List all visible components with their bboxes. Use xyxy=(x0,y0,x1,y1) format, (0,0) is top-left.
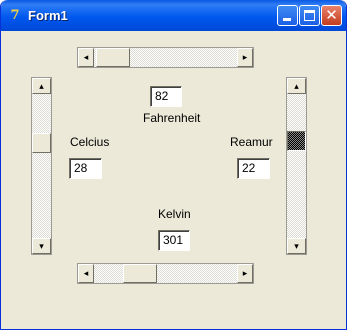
scroll-thumb[interactable] xyxy=(123,264,157,283)
scroll-up-button[interactable]: ▴ xyxy=(32,78,51,94)
minimize-button[interactable] xyxy=(277,5,298,26)
arrow-up-icon: ▴ xyxy=(294,82,299,92)
scroll-thumb[interactable] xyxy=(287,131,306,151)
form1-window: 7 Form1 ✕ ◂ ▸ ▴ ▾ ▴ ▾ 82 Fahrenheit Celc… xyxy=(0,0,347,330)
window-title: Form1 xyxy=(28,8,68,23)
scroll-thumb[interactable] xyxy=(32,133,51,153)
title-bar[interactable]: 7 Form1 ✕ xyxy=(1,0,346,31)
arrow-down-icon: ▾ xyxy=(39,242,44,252)
kelvin-label: Kelvin xyxy=(158,207,191,221)
fahrenheit-input[interactable]: 82 xyxy=(150,86,182,107)
arrow-left-icon: ◂ xyxy=(83,53,89,63)
scroll-thumb[interactable] xyxy=(96,48,130,67)
arrow-right-icon: ▸ xyxy=(242,269,248,279)
arrow-right-icon: ▸ xyxy=(242,53,248,63)
celcius-input[interactable]: 28 xyxy=(69,158,102,179)
minimize-icon xyxy=(283,18,291,21)
arrow-left-icon: ◂ xyxy=(83,269,89,279)
top-horizontal-scrollbar[interactable]: ◂ ▸ xyxy=(77,47,254,68)
celcius-label: Celcius xyxy=(70,135,110,149)
maximize-button[interactable] xyxy=(299,5,320,26)
reamur-label: Reamur xyxy=(230,135,273,149)
right-vertical-scrollbar[interactable]: ▴ ▾ xyxy=(286,77,307,255)
bottom-horizontal-scrollbar[interactable]: ◂ ▸ xyxy=(77,263,254,284)
scroll-down-button[interactable]: ▾ xyxy=(287,238,306,254)
kelvin-input[interactable]: 301 xyxy=(158,230,190,251)
scroll-up-button[interactable]: ▴ xyxy=(287,78,306,94)
fahrenheit-label: Fahrenheit xyxy=(143,111,201,125)
close-button[interactable]: ✕ xyxy=(321,5,342,26)
delphi-app-icon[interactable]: 7 xyxy=(7,8,23,24)
arrow-up-icon: ▴ xyxy=(39,82,44,92)
left-vertical-scrollbar[interactable]: ▴ ▾ xyxy=(31,77,52,255)
scroll-down-button[interactable]: ▾ xyxy=(32,238,51,254)
reamur-input[interactable]: 22 xyxy=(237,158,270,179)
scroll-left-button[interactable]: ◂ xyxy=(78,264,94,283)
scroll-left-button[interactable]: ◂ xyxy=(78,48,94,67)
scroll-right-button[interactable]: ▸ xyxy=(237,264,253,283)
maximize-icon xyxy=(304,10,315,21)
close-icon: ✕ xyxy=(325,6,338,24)
arrow-down-icon: ▾ xyxy=(294,242,299,252)
scroll-right-button[interactable]: ▸ xyxy=(237,48,253,67)
